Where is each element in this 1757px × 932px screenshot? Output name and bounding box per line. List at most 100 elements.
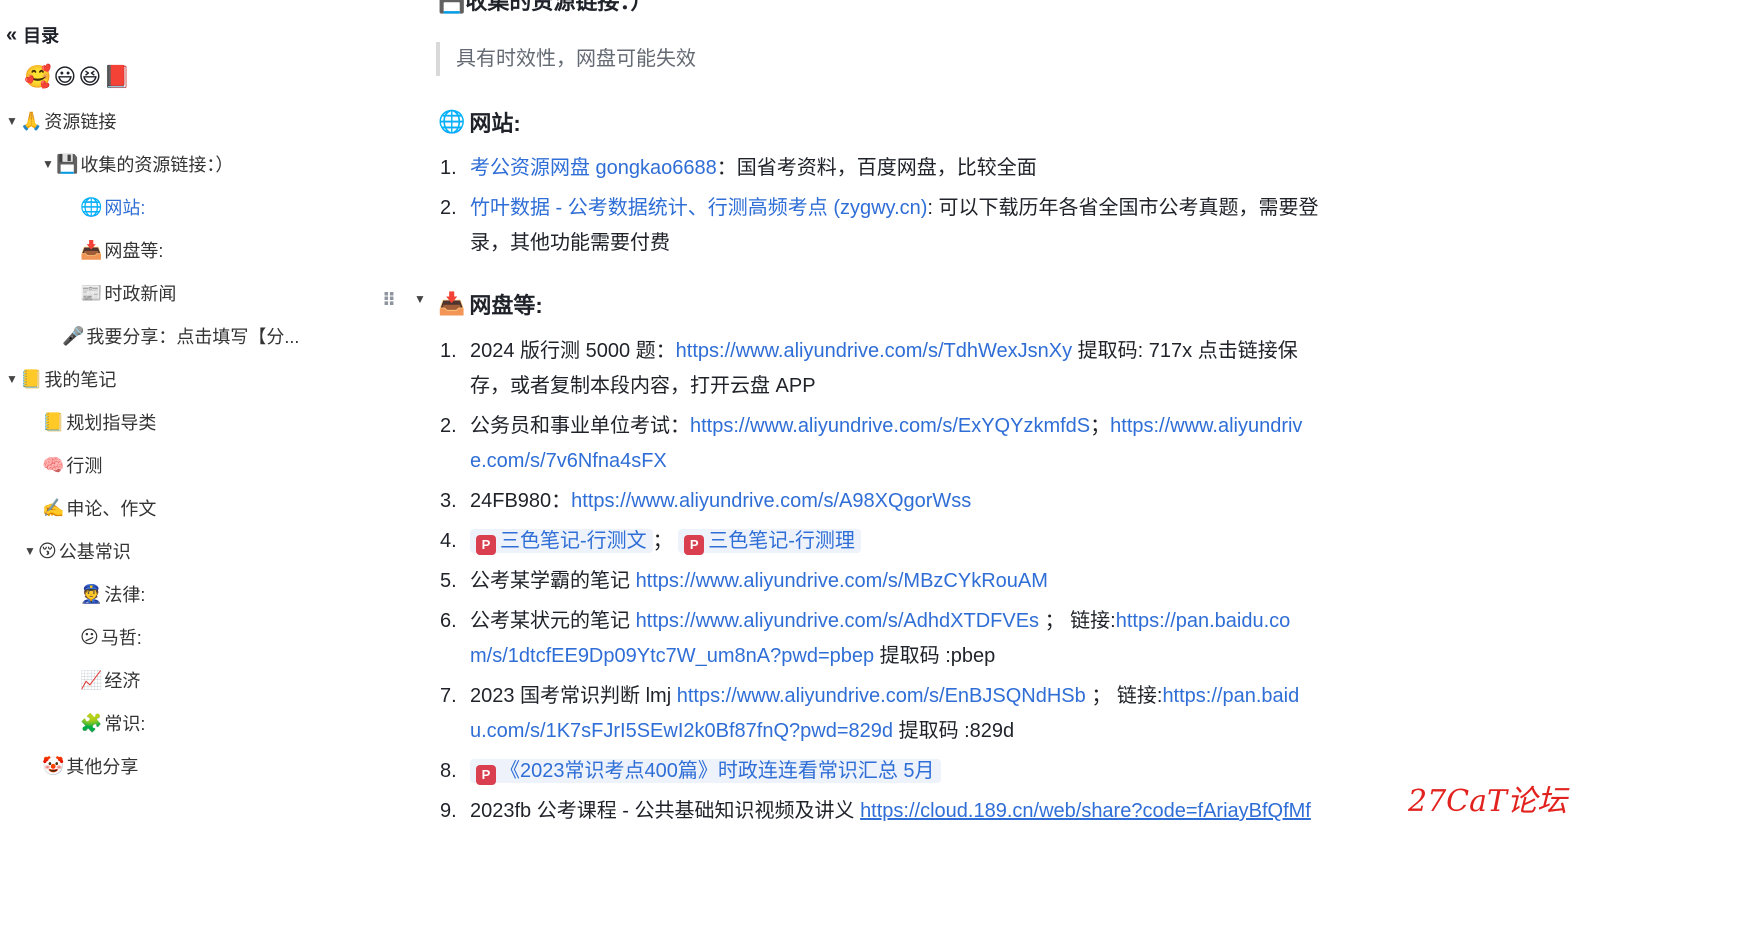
clown-icon: 🤡 bbox=[42, 755, 65, 776]
document-body: 💾收集的资源链接：） 具有时效性，网盘可能失效 🌐 网站: 1. 考公资源网盘 … bbox=[382, 0, 1430, 932]
toc-item-label: 资源链接 bbox=[44, 112, 117, 132]
list-item: 3. 24FB980：https://www.aliyundrive.com/s… bbox=[440, 490, 972, 512]
emoji-row: 🥰😃😆📕 bbox=[24, 64, 133, 89]
doc-icon: P bbox=[684, 535, 705, 555]
toc-item-xingce[interactable]: 🧠 行测 bbox=[42, 452, 102, 478]
toc-item-shenlun[interactable]: ✍️ 申论、作文 bbox=[42, 495, 156, 521]
doc-mention[interactable]: P 三色笔记-行测理 bbox=[678, 529, 861, 555]
toc-item-philosophy[interactable]: 😕 马哲: bbox=[80, 624, 142, 650]
blockquote: 具有时效性，网盘可能失效 bbox=[436, 42, 696, 76]
doc-icon: P bbox=[476, 765, 496, 785]
link[interactable]: https://www.aliyundrive.com/s/AdhdXTDFVE… bbox=[636, 610, 1039, 632]
globe-icon: 🌐 bbox=[438, 109, 466, 134]
toc-item-websites[interactable]: 🌐 网站: bbox=[80, 194, 145, 220]
toc-item-label: 网站: bbox=[104, 198, 146, 218]
kissing-face-icon: 😚 bbox=[38, 540, 57, 561]
toc-header[interactable]: « 目录 bbox=[6, 22, 59, 48]
toc-item-netdisk[interactable]: 📥 网盘等: bbox=[80, 237, 163, 263]
toc-item-label: 马哲: bbox=[100, 628, 142, 648]
floppy-icon: 💾 bbox=[438, 0, 466, 14]
link[interactable]: https://www.aliyundrive.com/s/ExYQYzkmfd… bbox=[690, 415, 1090, 437]
page-heading: 💾收集的资源链接：） bbox=[438, 0, 652, 16]
link[interactable]: 竹叶数据 - 公考数据统计、行测高频考点 (zygwy.cn) bbox=[470, 197, 927, 219]
writing-hand-icon: ✍️ bbox=[42, 497, 65, 518]
heading-netdisk: ⠿ ▼ 📥 网盘等: bbox=[382, 290, 543, 318]
link[interactable]: https://www.aliyundriv bbox=[1110, 415, 1302, 437]
newspaper-icon: 📰 bbox=[80, 282, 103, 303]
list-item: 7. 2023 国考常识判断 lmj https://www.aliyundri… bbox=[440, 685, 1300, 742]
floppy-icon: 💾 bbox=[56, 153, 79, 174]
caret-down-icon[interactable]: ▼ bbox=[414, 292, 426, 306]
toc-item-label: 其他分享 bbox=[66, 757, 139, 777]
heading-websites: 🌐 网站: bbox=[438, 109, 521, 136]
toc-item-label: 行测 bbox=[66, 456, 103, 476]
doc-mention[interactable]: P 《2023常识考点400篇》时政连连看常识汇总 5月 bbox=[470, 759, 941, 785]
drag-handle-icon[interactable]: ⠿ bbox=[382, 290, 397, 311]
link[interactable]: https://www.aliyundrive.com/s/TdhWexJsnX… bbox=[676, 340, 1072, 362]
confused-face-icon: 😕 bbox=[80, 626, 99, 647]
link[interactable]: https://pan.baidu.co bbox=[1116, 610, 1291, 632]
toc-item-economy[interactable]: 📈 经济 bbox=[80, 667, 140, 693]
toc-item-common-sense[interactable]: 🧩 常识: bbox=[80, 710, 145, 736]
toc-item-label: 网盘等: bbox=[104, 241, 164, 261]
toc-sidebar: « 目录 🥰😃😆📕 ▼ 🙏 资源链接 ▼ 💾 收集的资源链接：） 🌐 网站: 📥… bbox=[0, 0, 380, 932]
toc-item-label: 收集的资源链接：） bbox=[80, 155, 234, 175]
pray-icon: 🙏 bbox=[20, 110, 43, 131]
toc-item-my-notes[interactable]: ▼ 📒 我的笔记 bbox=[6, 366, 116, 392]
link[interactable]: https://www.aliyundrive.com/s/EnBJSQNdHS… bbox=[677, 685, 1086, 707]
toc-item-planning[interactable]: 📒 规划指导类 bbox=[42, 409, 156, 435]
globe-icon: 🌐 bbox=[80, 196, 103, 217]
caret-down-icon[interactable]: ▼ bbox=[6, 372, 20, 386]
notebook-icon: 📒 bbox=[20, 368, 43, 389]
police-icon: 👮 bbox=[80, 583, 103, 604]
list-item: 6. 公考某状元的笔记 https://www.aliyundrive.com/… bbox=[440, 610, 1291, 667]
toc-item-label: 经济 bbox=[104, 671, 141, 691]
toc-item-other[interactable]: 🤡 其他分享 bbox=[42, 753, 138, 779]
chart-increasing-icon: 📈 bbox=[80, 669, 103, 690]
puzzle-icon: 🧩 bbox=[80, 712, 103, 733]
list-item: 1. 考公资源网盘 gongkao6688：国省考资料，百度网盘，比较全面 bbox=[440, 157, 1037, 179]
doc-icon: P bbox=[476, 535, 496, 555]
toc-item-label: 法律: bbox=[104, 585, 146, 605]
toc-item-label: 我要分享：点击填写【分... bbox=[86, 327, 300, 347]
link[interactable]: u.com/s/1K7sFJrI5SEwI2k0Bf87fnQ?pwd=829d bbox=[470, 720, 893, 742]
caret-down-icon[interactable]: ▼ bbox=[42, 157, 56, 171]
caret-down-icon[interactable]: ▼ bbox=[6, 114, 20, 128]
collapse-icon[interactable]: « bbox=[6, 25, 17, 45]
list-item: 8. P 《2023常识考点400篇》时政连连看常识汇总 5月 bbox=[440, 754, 941, 789]
toc-item-label: 常识: bbox=[104, 714, 146, 734]
toc-item-label: 我的笔记 bbox=[44, 370, 117, 390]
inbox-icon: 📥 bbox=[438, 291, 466, 316]
list-item: 4. P 三色笔记-行测文； P 三色笔记-行测理 bbox=[440, 524, 861, 559]
list-item: 2. 竹叶数据 - 公考数据统计、行测高频考点 (zygwy.cn): 可以下载… bbox=[440, 197, 1319, 254]
list-item: 2. 公务员和事业单位考试：https://www.aliyundrive.co… bbox=[440, 415, 1303, 472]
link[interactable]: https://pan.baid bbox=[1162, 685, 1299, 707]
notebook-icon: 📒 bbox=[42, 411, 65, 432]
toc-item-share[interactable]: 🎤 我要分享：点击填写【分... bbox=[62, 323, 299, 349]
brain-icon: 🧠 bbox=[42, 454, 65, 475]
list-item: 9. 2023fb 公考课程 - 公共基础知识视频及讲义 https://clo… bbox=[440, 800, 1311, 822]
link[interactable]: m/s/1dtcfEE9Dp09Ytc7W_um8nA?pwd=pbep bbox=[470, 645, 874, 667]
link[interactable]: https://www.aliyundrive.com/s/MBzCYkRouA… bbox=[636, 570, 1048, 592]
toc-item-news[interactable]: 📰 时政新闻 bbox=[80, 280, 176, 306]
toc-item-label: 申论、作文 bbox=[66, 499, 157, 519]
link[interactable]: https://www.aliyundrive.com/s/A98XQgorWs… bbox=[571, 490, 971, 512]
microphone-icon: 🎤 bbox=[62, 325, 85, 346]
forum-watermark: 27CaT论坛 bbox=[1408, 784, 1568, 819]
link[interactable]: e.com/s/7v6Nfna4sFX bbox=[470, 450, 667, 472]
toc-item-label: 规划指导类 bbox=[66, 413, 157, 433]
doc-mention[interactable]: P 三色笔记-行测文 bbox=[470, 529, 653, 555]
toc-item-gongji[interactable]: ▼ 😚 公基常识 bbox=[24, 538, 131, 564]
toc-item-label: 时政新闻 bbox=[104, 284, 177, 304]
toc-item-resource-links[interactable]: ▼ 🙏 资源链接 bbox=[6, 108, 116, 134]
list-item: 5. 公考某学霸的笔记 https://www.aliyundrive.com/… bbox=[440, 570, 1048, 592]
link[interactable]: 考公资源网盘 gongkao6688 bbox=[470, 157, 717, 179]
link[interactable]: https://cloud.189.cn/web/share?code=fAri… bbox=[860, 800, 1311, 822]
list-item: 1. 2024 版行测 5000 题：https://www.aliyundri… bbox=[440, 340, 1298, 397]
toc-title: 目录 bbox=[23, 26, 60, 46]
toc-item-law[interactable]: 👮 法律: bbox=[80, 581, 145, 607]
inbox-icon: 📥 bbox=[80, 239, 103, 260]
toc-item-label: 公基常识 bbox=[58, 542, 131, 562]
toc-item-collected-links[interactable]: ▼ 💾 收集的资源链接：） bbox=[42, 151, 233, 177]
caret-down-icon[interactable]: ▼ bbox=[24, 544, 38, 558]
